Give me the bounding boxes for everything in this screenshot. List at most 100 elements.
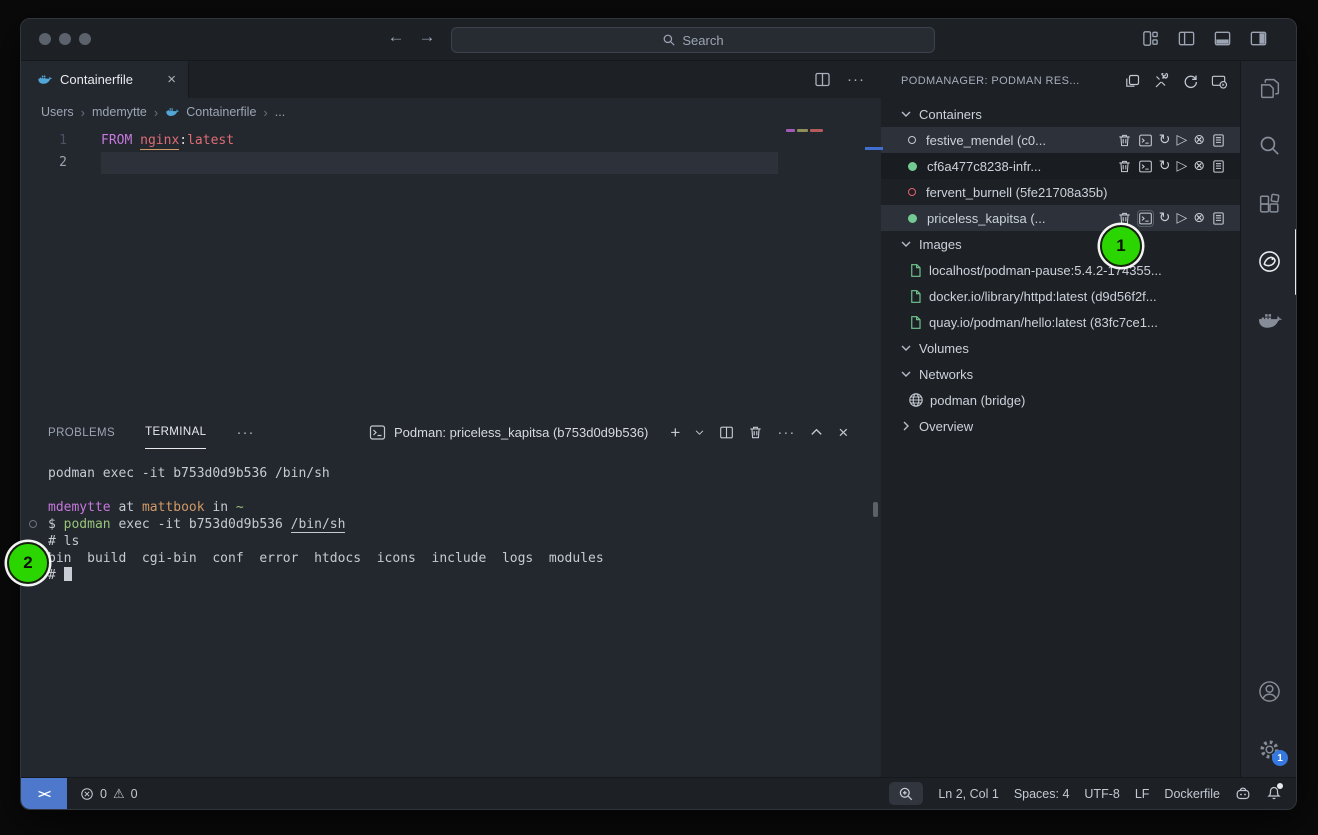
- section-label: Images: [919, 237, 962, 252]
- section-containers[interactable]: Containers: [881, 101, 1240, 127]
- container-name: fervent_burnell (5fe21708a35b): [926, 185, 1240, 200]
- account-icon[interactable]: [1241, 679, 1297, 704]
- stop-container-icon[interactable]: ⊗: [1193, 211, 1205, 225]
- extensions-icon[interactable]: [1241, 191, 1297, 216]
- container-row-priceless-kapitsa[interactable]: priceless_kapitsa (... ↻ ▷ ⊗: [881, 205, 1240, 231]
- cursor-position[interactable]: Ln 2, Col 1: [938, 787, 998, 801]
- tab-containerfile[interactable]: Containerfile ×: [21, 61, 189, 98]
- breadcrumb-item[interactable]: mdemytte: [92, 105, 147, 119]
- customize-layout-icon[interactable]: [1141, 29, 1160, 48]
- minimize-window-button[interactable]: [59, 33, 71, 45]
- tools-icon[interactable]: [1153, 73, 1170, 90]
- code-editor[interactable]: 1 FROM nginx:latest 2: [21, 126, 881, 416]
- indentation[interactable]: Spaces: 4: [1014, 787, 1070, 801]
- close-window-button[interactable]: [39, 33, 51, 45]
- refresh-icon[interactable]: [1182, 73, 1199, 90]
- zoom-window-button[interactable]: [79, 33, 91, 45]
- start-container-icon[interactable]: ▷: [1176, 133, 1187, 147]
- container-running-icon: [908, 162, 917, 171]
- maximize-panel-icon[interactable]: [809, 425, 824, 440]
- delete-container-icon[interactable]: [1117, 159, 1132, 174]
- settings-gear-icon[interactable]: 1: [1241, 737, 1297, 762]
- forward-icon[interactable]: →: [415, 27, 439, 47]
- tab-problems[interactable]: PROBLEMS: [48, 416, 115, 449]
- panel-more-tabs-icon[interactable]: ···: [236, 424, 254, 441]
- terminal-more-actions-icon[interactable]: ···: [777, 424, 795, 441]
- container-row-infra[interactable]: cf6a477c8238-infr... ↻ ▷ ⊗: [881, 153, 1240, 179]
- container-name: priceless_kapitsa (...: [927, 211, 1117, 226]
- breadcrumb-item[interactable]: ...: [275, 105, 285, 119]
- breadcrumb-item[interactable]: Users: [41, 105, 74, 119]
- terminal-line: bin build cgi-bin conf error htdocs icon…: [48, 550, 881, 567]
- podmanager-sidebar: PODMANAGER: PODMAN RES... Containers fes…: [881, 61, 1240, 777]
- run-container-icon[interactable]: [1211, 73, 1228, 90]
- new-terminal-icon[interactable]: +: [670, 423, 680, 443]
- search-input[interactable]: Search: [451, 27, 935, 53]
- terminal-dropdown-icon[interactable]: [694, 427, 705, 438]
- container-logs-icon[interactable]: [1211, 211, 1226, 226]
- image-row[interactable]: quay.io/podman/hello:latest (83fc7ce1...: [881, 309, 1240, 335]
- section-overview[interactable]: Overview: [881, 413, 1240, 439]
- start-container-icon[interactable]: ▷: [1176, 211, 1187, 225]
- close-panel-icon[interactable]: ×: [838, 423, 848, 443]
- restart-container-icon[interactable]: ↻: [1159, 133, 1171, 147]
- restart-container-icon[interactable]: ↻: [1159, 159, 1171, 173]
- editor-more-actions-icon[interactable]: ···: [847, 71, 865, 88]
- terminal-title[interactable]: Podman: priceless_kapitsa (b753d0d9b536): [394, 425, 648, 440]
- image-row[interactable]: docker.io/library/httpd:latest (d9d56f2f…: [881, 283, 1240, 309]
- explorer-icon[interactable]: [1241, 76, 1297, 101]
- toggle-primary-sidebar-icon[interactable]: [1177, 29, 1196, 48]
- network-row[interactable]: podman (bridge): [881, 387, 1240, 413]
- stop-container-icon[interactable]: ⊗: [1193, 133, 1205, 147]
- tab-terminal[interactable]: TERMINAL: [145, 416, 206, 449]
- search-icon[interactable]: [1241, 133, 1297, 158]
- delete-container-icon[interactable]: [1117, 133, 1132, 148]
- container-row-fervent-burnell[interactable]: fervent_burnell (5fe21708a35b): [881, 179, 1240, 205]
- open-terminal-icon[interactable]: [1138, 211, 1153, 226]
- container-logs-icon[interactable]: [1211, 133, 1226, 148]
- restart-container-icon[interactable]: ↻: [1159, 211, 1171, 225]
- tab-close-icon[interactable]: ×: [167, 71, 176, 88]
- section-volumes[interactable]: Volumes: [881, 335, 1240, 361]
- open-terminal-icon[interactable]: [1138, 133, 1153, 148]
- breadcrumb-separator: ›: [81, 105, 85, 120]
- kill-terminal-icon[interactable]: [748, 425, 763, 440]
- image-row[interactable]: localhost/podman-pause:5.4.2-174355...: [881, 257, 1240, 283]
- collapse-all-icon[interactable]: [1124, 73, 1141, 90]
- warning-icon: ⚠: [113, 786, 125, 802]
- breadcrumb-item[interactable]: Containerfile: [186, 105, 256, 119]
- start-container-icon[interactable]: ▷: [1176, 159, 1187, 173]
- section-networks[interactable]: Networks: [881, 361, 1240, 387]
- command-decoration-icon[interactable]: [29, 520, 37, 528]
- terminal-output[interactable]: podman exec -it b753d0d9b536 /bin/sh mde…: [21, 449, 881, 777]
- problems-summary[interactable]: 0 ⚠ 0: [80, 786, 138, 802]
- terminal-line: # ls: [48, 533, 881, 550]
- zoom-status-icon[interactable]: [889, 782, 923, 805]
- stop-container-icon[interactable]: ⊗: [1193, 159, 1205, 173]
- delete-container-icon[interactable]: [1117, 211, 1132, 226]
- language-mode[interactable]: Dockerfile: [1164, 787, 1220, 801]
- docker-icon[interactable]: [1241, 308, 1297, 333]
- podman-icon[interactable]: [1241, 249, 1297, 274]
- terminal-link[interactable]: /bin/sh: [291, 517, 346, 533]
- terminal-command: podman: [64, 517, 111, 532]
- terminal-scrollbar[interactable]: [873, 502, 878, 517]
- warning-count: 0: [131, 787, 138, 801]
- copilot-icon[interactable]: [1235, 786, 1251, 802]
- notifications-bell-icon[interactable]: [1266, 784, 1282, 803]
- back-icon[interactable]: ←: [384, 27, 408, 47]
- split-terminal-icon[interactable]: [719, 425, 734, 440]
- status-bar: >< 0 ⚠ 0 Ln 2, Col 1 Spaces: 4 UTF-8 LF …: [21, 777, 1296, 809]
- encoding[interactable]: UTF-8: [1084, 787, 1119, 801]
- toggle-panel-icon[interactable]: [1213, 29, 1232, 48]
- traffic-lights: [39, 33, 91, 45]
- section-images[interactable]: Images: [881, 231, 1240, 257]
- image-file-icon: [908, 289, 923, 304]
- container-logs-icon[interactable]: [1211, 159, 1226, 174]
- split-editor-icon[interactable]: [814, 71, 831, 88]
- toggle-secondary-sidebar-icon[interactable]: [1249, 29, 1268, 48]
- eol-sequence[interactable]: LF: [1135, 787, 1150, 801]
- open-terminal-icon[interactable]: [1138, 159, 1153, 174]
- remote-indicator[interactable]: ><: [21, 778, 67, 809]
- container-row-festive-mendel[interactable]: festive_mendel (c0... ↻ ▷ ⊗: [881, 127, 1240, 153]
